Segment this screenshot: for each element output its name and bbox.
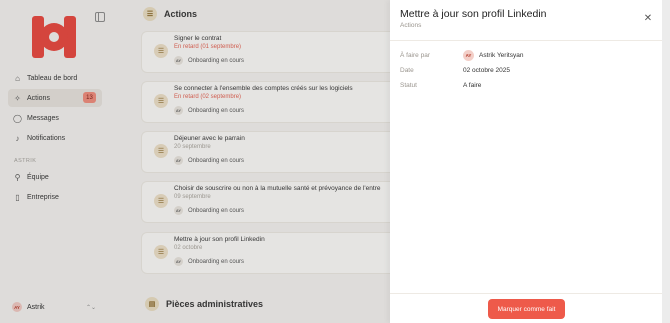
drawer-title: Mettre à jour son profil Linkedin bbox=[400, 8, 547, 20]
field-value: 02 octobre 2025 bbox=[463, 67, 510, 74]
field-date: Date 02 octobre 2025 bbox=[400, 67, 510, 74]
task-detail-drawer: Mettre à jour son profil Linkedin Action… bbox=[390, 0, 662, 323]
divider bbox=[390, 293, 662, 294]
scrollbar-track[interactable] bbox=[662, 0, 670, 323]
field-label: Date bbox=[400, 67, 414, 74]
assignee-name: Astrik Yeritsyan bbox=[479, 52, 524, 59]
avatar: AY bbox=[463, 50, 474, 61]
field-label: À faire par bbox=[400, 52, 430, 59]
field-label: Statut bbox=[400, 82, 417, 89]
field-value: AY Astrik Yeritsyan bbox=[463, 50, 523, 61]
mark-done-button[interactable]: Marquer comme fait bbox=[488, 299, 565, 319]
field-status: Statut A faire bbox=[400, 82, 481, 89]
field-value: A faire bbox=[463, 82, 482, 89]
divider bbox=[390, 40, 662, 41]
drawer-subtitle: Actions bbox=[400, 22, 422, 29]
field-assignee: À faire par AY Astrik Yeritsyan bbox=[400, 50, 523, 61]
close-icon[interactable]: ✕ bbox=[642, 12, 654, 24]
